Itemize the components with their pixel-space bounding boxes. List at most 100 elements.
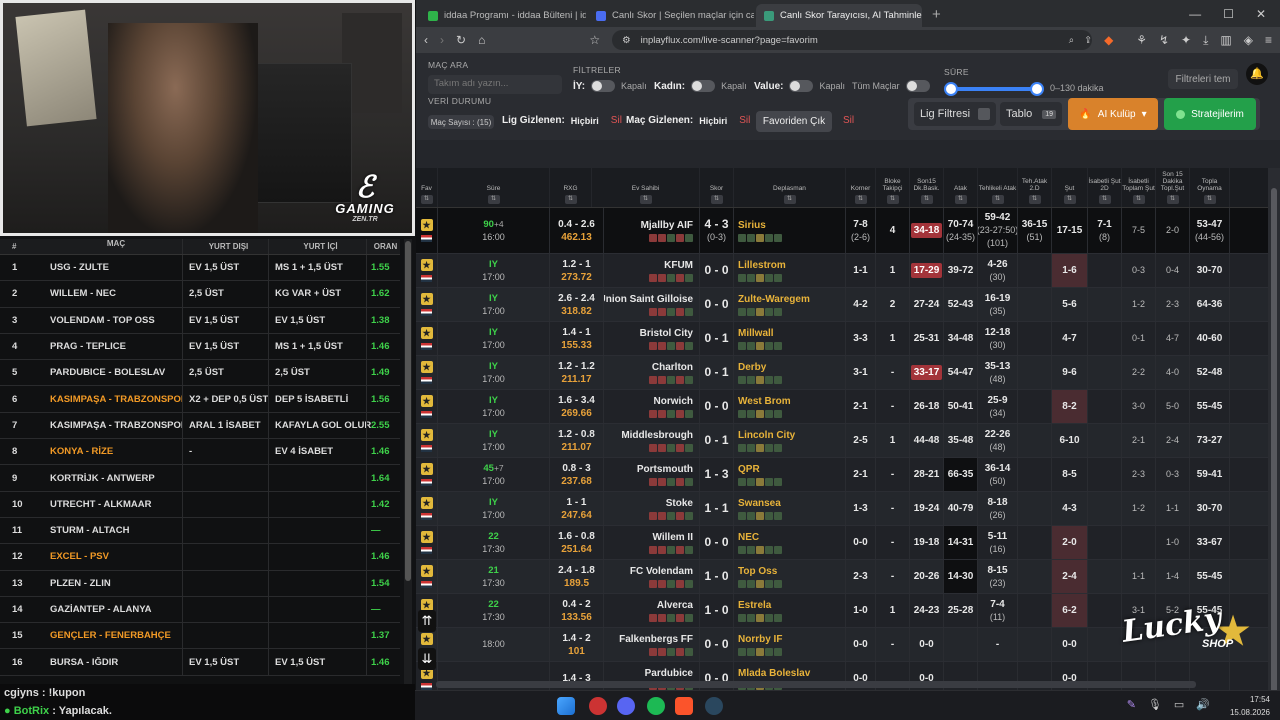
sort-icon[interactable]: ⇅ [1063, 195, 1076, 204]
app-icon[interactable] [589, 697, 607, 715]
match-row[interactable]: ★ 22 17:30 1.6 - 0.8 251.64 Willem II 0 - 0 NEC… [416, 526, 1268, 560]
match-row[interactable]: ★ IY 17:00 1.2 - 1 273.72 KFUM 0 - 0 Lillestrom… [416, 254, 1268, 288]
star-icon[interactable]: ★ [420, 219, 433, 231]
match-row[interactable]: ★ 90+4 16:00 0.4 - 2.6 462.13 Mjallby AIF 4 - … [416, 208, 1268, 254]
steam-icon[interactable] [705, 697, 723, 715]
iy-toggle[interactable] [591, 80, 616, 92]
star-icon[interactable]: ★ [420, 633, 433, 645]
back-icon[interactable]: ‹ [424, 33, 428, 47]
hidden-matches-clear[interactable]: Sil [739, 115, 750, 126]
sort-icon[interactable]: ⇅ [420, 195, 433, 204]
puzzle-icon[interactable]: ✦ [1181, 33, 1191, 48]
match-row[interactable]: ★ IY 17:00 1 - 1 247.64 Stoke 1 - 1 Swansea 1-3-… [416, 492, 1268, 526]
value-toggle[interactable] [789, 80, 814, 92]
home-icon[interactable]: ⌂ [478, 33, 485, 47]
maximize-icon[interactable]: ☐ [1223, 7, 1234, 21]
duration-slider-max-handle[interactable] [1030, 82, 1044, 96]
sort-icon[interactable]: ⇅ [639, 195, 652, 204]
grid-header-cell[interactable]: Tehlikeli Atak ⇅ [978, 168, 1018, 207]
wallet-icon[interactable]: ◈ [1244, 33, 1253, 48]
strategies-button[interactable]: Stratejilerim [1164, 98, 1256, 130]
coupon-scrollbar[interactable] [404, 239, 412, 684]
sort-icon[interactable]: ⇅ [854, 195, 867, 204]
spotify-icon[interactable] [647, 697, 665, 715]
star-icon[interactable]: ★ [420, 429, 433, 441]
grid-header-cell[interactable]: Korner ⇅ [846, 168, 876, 207]
star-icon[interactable]: ★ [420, 293, 433, 305]
grid-header-cell[interactable]: Ev Sahibi ⇅ [592, 168, 700, 207]
match-row[interactable]: ★ IY 17:00 1.4 - 1 155.33 Bristol City 0 - 1 Mi… [416, 322, 1268, 356]
notification-bell-icon[interactable]: 🔔 [1246, 63, 1268, 85]
clear-filters-button[interactable]: Filtreleri tem [1168, 69, 1238, 89]
sort-icon[interactable]: ⇅ [886, 195, 899, 204]
sort-icon[interactable]: ⇅ [783, 195, 796, 204]
match-row[interactable]: ★ IY 17:00 1.2 - 1.2 211.17 Charlton 0 - 1 Derb… [416, 356, 1268, 390]
star-icon[interactable]: ★ [420, 531, 433, 543]
star-icon[interactable]: ★ [420, 327, 433, 339]
extension-icon[interactable]: ⚘ [1136, 33, 1147, 48]
network-icon[interactable]: ▭ [1174, 698, 1184, 711]
league-filter-checkbox[interactable] [978, 108, 991, 120]
sidebar-icon[interactable]: ▥ [1220, 33, 1231, 48]
star-icon[interactable]: ★ [420, 463, 433, 475]
grid-header-cell[interactable]: RXG ⇅ [550, 168, 592, 207]
duration-slider[interactable] [948, 87, 1038, 91]
reload-icon[interactable]: ↻ [456, 33, 466, 47]
brave-shield-icon[interactable]: ◆ [1104, 33, 1113, 47]
sort-icon[interactable]: ⇅ [1203, 195, 1216, 204]
grid-header-cell[interactable]: Süre ⇅ [438, 168, 550, 207]
kadin-toggle[interactable] [691, 80, 716, 92]
match-row[interactable]: ★ IY 17:00 1.6 - 3.4 269.66 Norwich 0 - 0 West … [416, 390, 1268, 424]
bookmark-icon[interactable]: ☆ [589, 33, 600, 47]
windows-start-icon[interactable] [557, 697, 575, 715]
grid-header-cell[interactable]: Fav ⇅ [416, 168, 438, 207]
search-input[interactable]: Takım adı yazın... [428, 75, 562, 94]
tab-canli-skor[interactable]: Canlı Skor | Seçilen maçlar için canlı s… [588, 4, 754, 27]
league-filter-button[interactable]: Lig Filtresi [914, 102, 996, 126]
grid-header-cell[interactable]: Son 15 Dakika Topl.Şut ⇅ [1156, 168, 1190, 207]
star-icon[interactable]: ★ [420, 395, 433, 407]
grid-header-cell[interactable]: Deplasman ⇅ [734, 168, 846, 207]
grid-header-cell[interactable]: Topla Oynama ⇅ [1190, 168, 1230, 207]
brave-icon[interactable] [675, 697, 693, 715]
scroll-top-icon[interactable]: ⇈ [418, 610, 436, 632]
sort-icon[interactable]: ⇅ [710, 195, 723, 204]
tab-iddaa[interactable]: iddaa Programı - iddaa Bülteni | iddaa× [420, 4, 586, 27]
match-row[interactable]: ★ 45+7 17:00 0.8 - 3 237.68 Portsmouth 1 - 3 QP… [416, 458, 1268, 492]
grid-header-cell[interactable]: İsabetli Toplam Şut ⇅ [1122, 168, 1156, 207]
sort-icon[interactable]: ⇅ [1028, 195, 1041, 204]
star-icon[interactable]: ★ [420, 361, 433, 373]
sort-icon[interactable]: ⇅ [1098, 195, 1111, 204]
sort-icon[interactable]: ⇅ [991, 195, 1004, 204]
sort-icon[interactable]: ⇅ [954, 195, 967, 204]
sort-icon[interactable]: ⇅ [564, 195, 577, 204]
clock[interactable]: 17:54 15.08.2026 [1230, 693, 1270, 719]
volume-icon[interactable]: 🔊 [1196, 698, 1210, 711]
forward-icon[interactable]: › [440, 33, 444, 47]
match-row[interactable]: ★ IY 17:00 1.2 - 0.8 211.07 Middlesbrough 0 - … [416, 424, 1268, 458]
horizontal-scrollbar[interactable] [436, 681, 1196, 688]
favorite-clear[interactable]: Sil [843, 115, 854, 126]
scroll-bottom-icon[interactable]: ⇊ [418, 648, 436, 670]
pen-icon[interactable]: ✎ [1127, 698, 1136, 711]
sort-icon[interactable]: ⇅ [487, 195, 500, 204]
tab-inplayflux[interactable]: Canlı Skor Tarayıcısı, AI Tahminleri× [756, 4, 922, 27]
menu-icon[interactable]: ≡ [1265, 33, 1272, 48]
coupon-scroll-thumb[interactable] [405, 241, 411, 581]
grid-header-cell[interactable]: Skor ⇅ [700, 168, 734, 207]
extension-icon[interactable]: ↯ [1159, 33, 1169, 48]
url-field[interactable]: ⚙ inplayflux.com/live-scanner?page=favor… [612, 30, 1093, 50]
table-button[interactable]: Tablo 19 [1000, 102, 1062, 126]
star-icon[interactable]: ★ [420, 565, 433, 577]
hidden-leagues-clear[interactable]: Sil [611, 115, 622, 126]
sort-icon[interactable]: ⇅ [920, 195, 933, 204]
sort-icon[interactable]: ⇅ [1166, 195, 1179, 204]
download-icon[interactable]: ⤓ [1203, 33, 1208, 48]
minimize-icon[interactable]: — [1189, 7, 1201, 21]
share-icon[interactable]: ⇪ [1084, 35, 1092, 46]
match-row[interactable]: ★ IY 17:00 2.6 - 2.4 318.82 Union Saint Gillo… [416, 288, 1268, 322]
match-row[interactable]: ★ 21 17:30 2.4 - 1.8 189.5 FC Volendam 1 - 0 To… [416, 560, 1268, 594]
star-icon[interactable]: ★ [420, 259, 433, 271]
grid-header-cell[interactable]: Son15 Dk.Bask. ⇅ [910, 168, 944, 207]
grid-header-cell[interactable]: Teh.Atak 2.D ⇅ [1018, 168, 1052, 207]
